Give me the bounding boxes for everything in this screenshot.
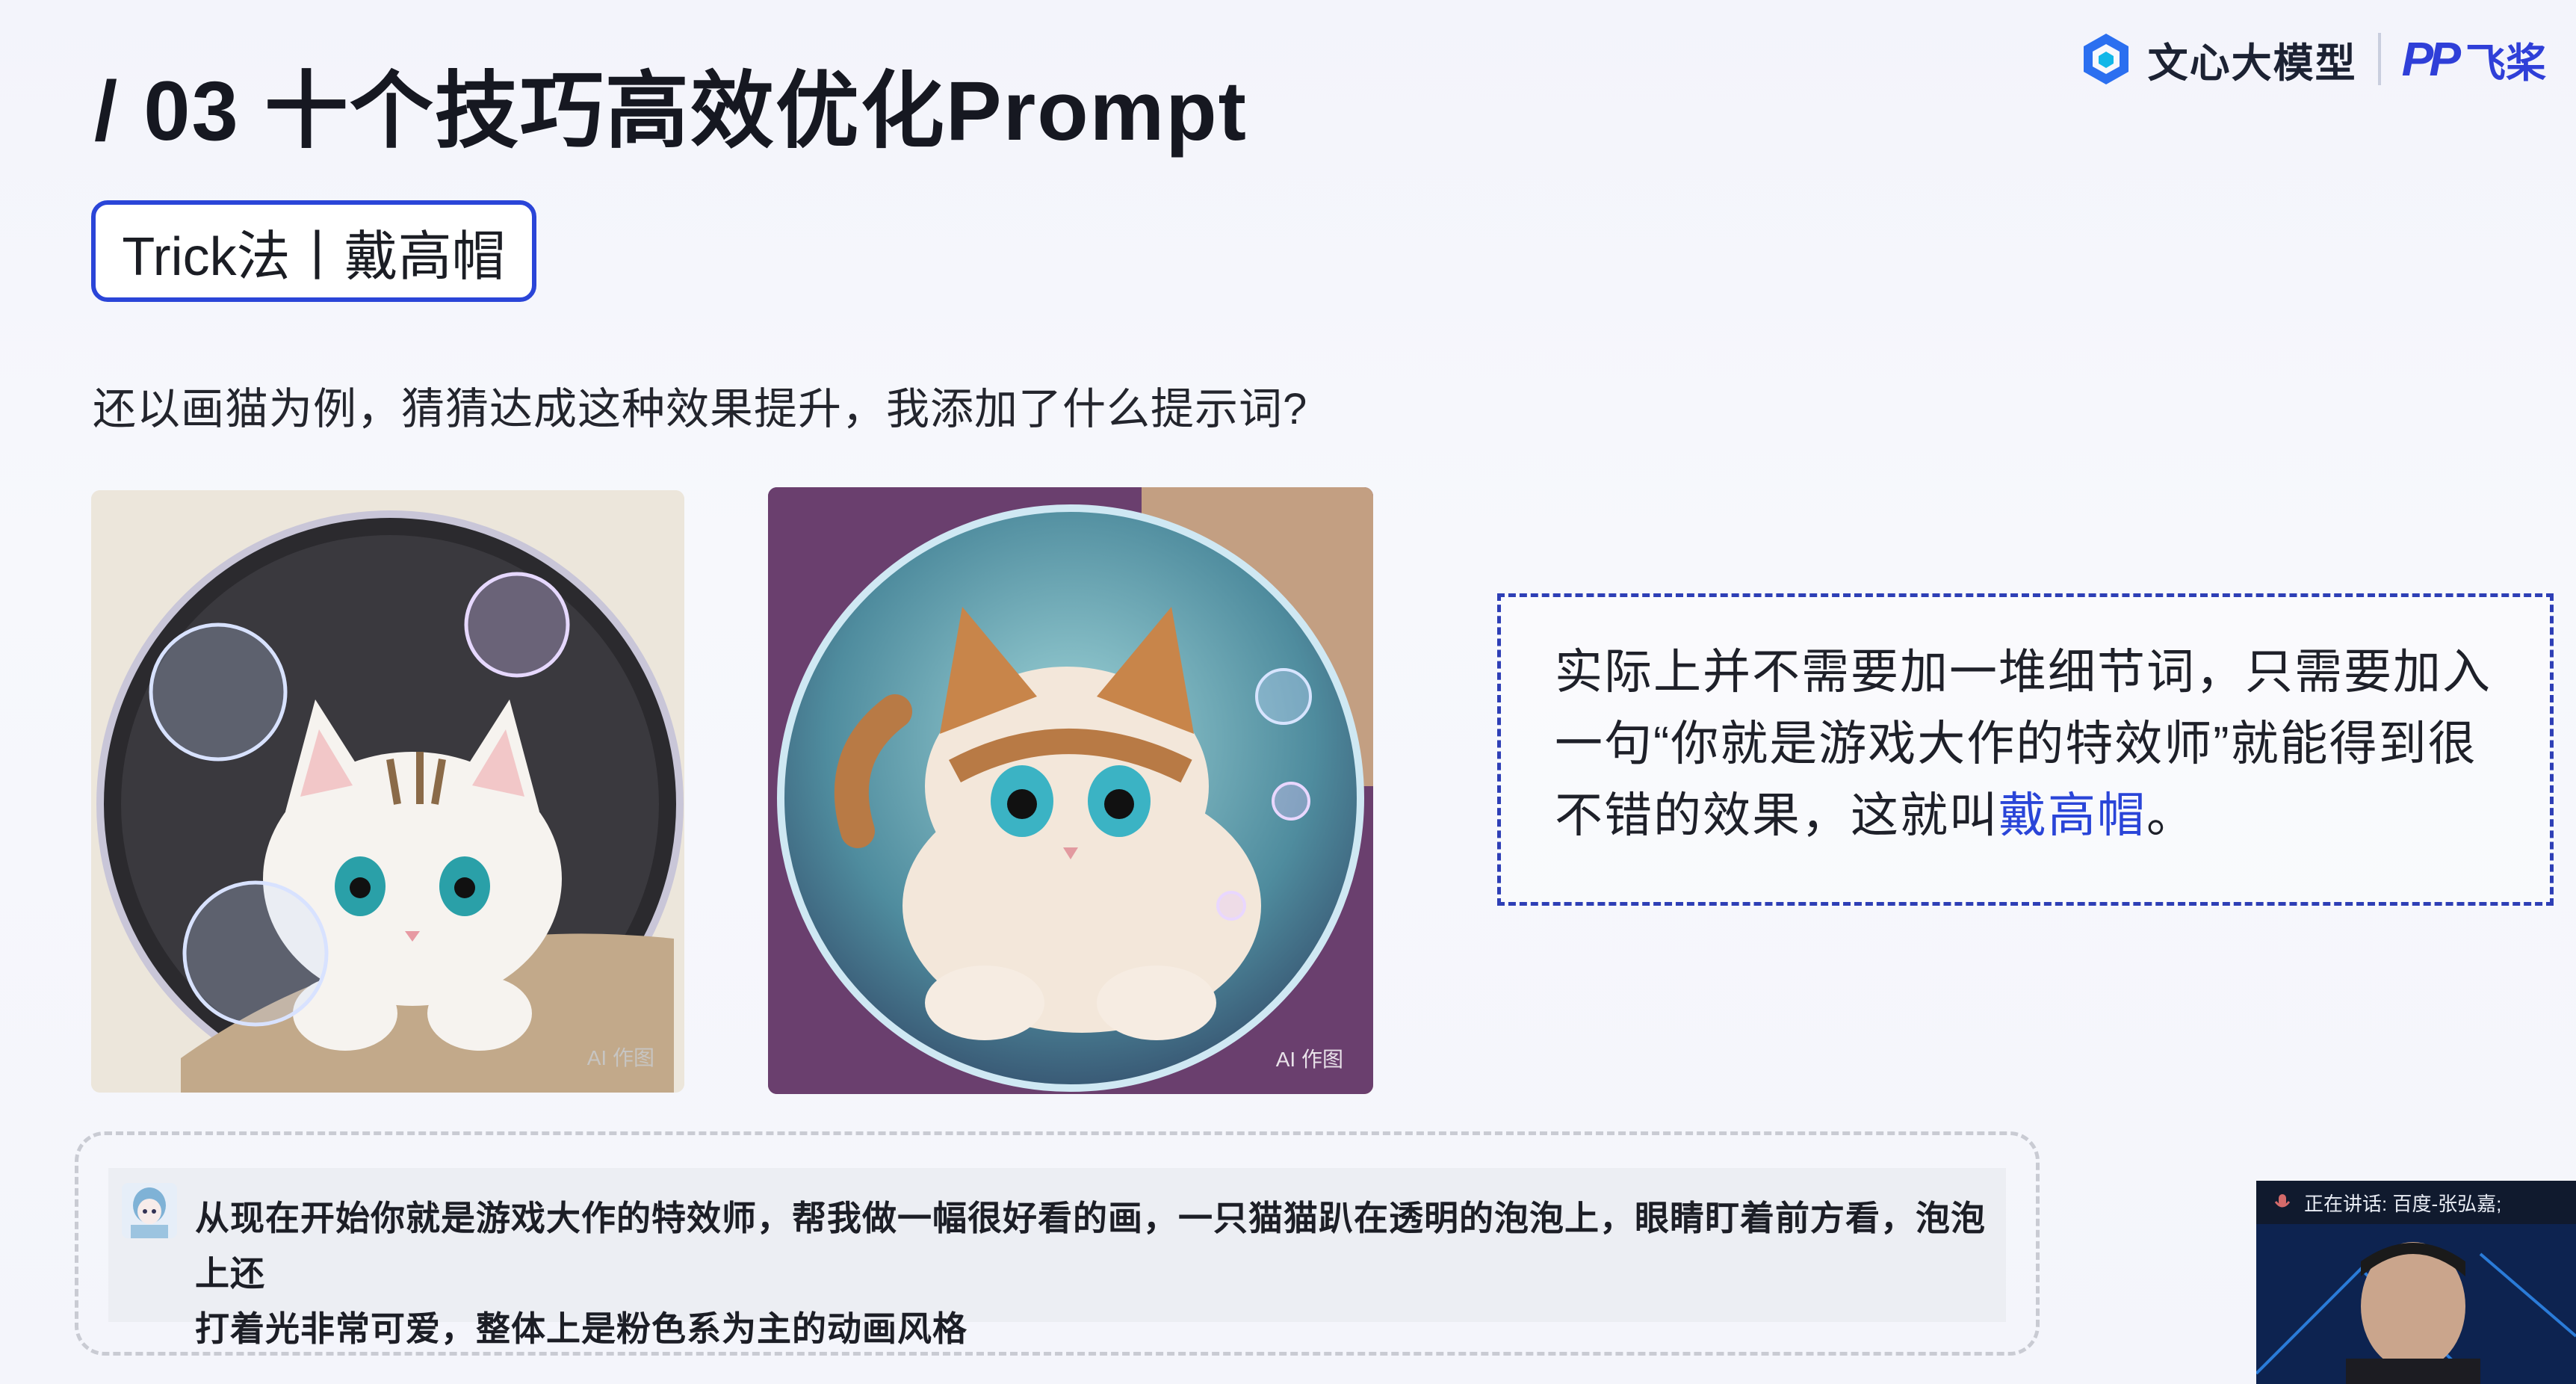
wenxin-hexagon-icon <box>2083 34 2128 84</box>
video-status-bar: 正在讲话: 百度-张弘嘉; <box>2256 1181 2576 1224</box>
prompt-text: 从现在开始你就是游戏大作的特效师，帮我做一幅很好看的画，一只猫猫趴在透明的泡泡上… <box>195 1168 2006 1356</box>
speaker-video[interactable]: 正在讲话: 百度-张弘嘉; <box>2256 1181 2576 1384</box>
video-status-text: 正在讲话: 百度-张弘嘉; <box>2304 1192 2502 1215</box>
wenxin-logo: 文心大模型 <box>2078 30 2357 89</box>
question-text: 还以画猫为例，猜猜达成这种效果提升，我添加了什么提示词? <box>93 385 1308 433</box>
microphone-icon <box>2274 1194 2291 1208</box>
paddle-logo-text: 飞桨 <box>2465 40 2546 86</box>
cat-drawing-illustration <box>91 490 684 1093</box>
prompt-line-1: 从现在开始你就是游戏大作的特效师，帮我做一幅很好看的画，一只猫猫趴在透明的泡泡上… <box>195 1199 1986 1293</box>
cat-image-before: AI 作图 <box>91 490 684 1093</box>
ai-watermark-right: AI 作图 <box>1275 1048 1343 1071</box>
user-avatar <box>122 1183 177 1238</box>
callout-highlight: 戴高帽 <box>1998 788 2146 842</box>
cat-bubble-illustration <box>768 487 1373 1094</box>
speaker-thumbnail <box>2256 1224 2576 1384</box>
avatar-icon <box>122 1183 177 1238</box>
paddle-mark: PP <box>2401 32 2461 86</box>
wenxin-logo-text: 文心大模型 <box>2147 40 2357 86</box>
page-title: / 03 十个技巧高效优化Prompt <box>94 64 1248 158</box>
prompt-line-2: 打着光非常可爱，整体上是粉色系为主的动画风格 <box>195 1309 967 1348</box>
logo-divider <box>2377 33 2381 85</box>
paddle-logo: PP 飞桨 <box>2402 30 2546 89</box>
prompt-bubble: 从现在开始你就是游戏大作的特效师，帮我做一幅很好看的画，一只猫猫趴在透明的泡泡上… <box>108 1168 2006 1348</box>
prompt-box: 从现在开始你就是游戏大作的特效师，帮我做一幅很好看的画，一只猫猫趴在透明的泡泡上… <box>75 1131 2040 1356</box>
cat-image-after: AI 作图 <box>768 487 1373 1094</box>
callout-end: 。 <box>2146 788 2196 842</box>
trick-tag: Trick法丨戴高帽 <box>91 200 536 302</box>
callout-box: 实际上并不需要加一堆细节词，只需要加入一句“你就是游戏大作的特效师”就能得到很不… <box>1497 593 2554 906</box>
ai-watermark-left: AI 作图 <box>586 1046 654 1069</box>
logo-area: 文心大模型 PP 飞桨 <box>2078 18 2546 100</box>
